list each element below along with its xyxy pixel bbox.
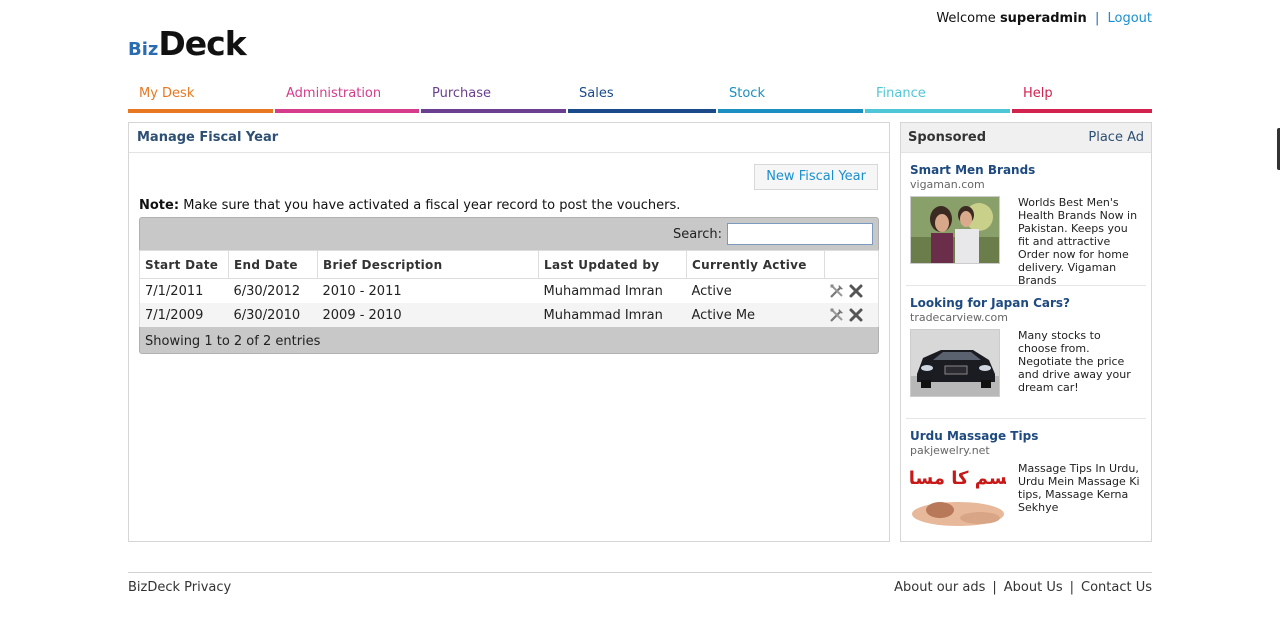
nav-tab-finance[interactable]: Finance <box>865 84 1010 113</box>
ad-item[interactable]: Smart Men Brands vigaman.com Worlds Best… <box>906 153 1146 287</box>
table-search-bar: Search: <box>139 217 879 250</box>
about-our-ads-link[interactable]: About our ads <box>894 580 985 595</box>
nav-tab-label: Help <box>1023 86 1053 101</box>
nav-tab-sales[interactable]: Sales <box>568 84 716 113</box>
ad-title[interactable]: Smart Men Brands <box>910 163 1142 177</box>
footer-separator: | <box>992 580 997 595</box>
col-end-date[interactable]: End Date <box>228 250 318 279</box>
fiscal-year-table-wrapper: Search: Start Date End Date Brief Descri… <box>139 217 879 354</box>
ad-text: Worlds Best Men's Health Brands Now in P… <box>1018 196 1138 287</box>
massage-urdu-text: جسم کا مساج <box>910 468 1006 489</box>
logo-biz: Biz <box>128 39 159 60</box>
welcome-text: Welcome <box>936 11 996 26</box>
ad-url: tradecarview.com <box>910 311 1008 324</box>
sponsored-panel: Sponsored Place Ad Smart Men Brands viga… <box>896 122 1152 542</box>
cell-updated-by: Muhammad Imran <box>538 303 687 327</box>
nav-tab-administration[interactable]: Administration <box>275 84 419 113</box>
contact-us-link[interactable]: Contact Us <box>1081 580 1152 595</box>
cell-end-date: 6/30/2012 <box>233 283 301 299</box>
activate-link[interactable]: Active Me <box>686 303 825 327</box>
user-bar: Welcome superadmin | Logout <box>936 11 1152 26</box>
edit-tools-icon[interactable] <box>829 283 845 299</box>
ad-url: pakjewelry.net <box>910 444 990 457</box>
delete-x-icon[interactable] <box>848 307 864 323</box>
about-us-link[interactable]: About Us <box>1004 580 1063 595</box>
col-actions <box>824 250 879 279</box>
nav-tab-label: Sales <box>579 86 614 101</box>
cell-updated-by: Muhammad Imran <box>543 283 663 299</box>
sponsored-title: Sponsored <box>908 130 987 145</box>
fiscal-year-table: Start Date End Date Brief Description La… <box>139 250 879 327</box>
col-last-updated-by[interactable]: Last Updated by <box>538 250 687 279</box>
ad-text: Many stocks to choose from. Negotiate th… <box>1018 329 1131 394</box>
nav-tab-label: Purchase <box>432 86 492 101</box>
cell-description: 2009 - 2010 <box>317 303 539 327</box>
logo[interactable]: BizDeck <box>128 24 247 63</box>
col-start-date[interactable]: Start Date <box>139 250 229 279</box>
delete-x-icon[interactable] <box>848 283 864 299</box>
table-header-row: Start Date End Date Brief Description La… <box>139 250 879 279</box>
ad-image-massage[interactable]: جسم کا مساج <box>896 462 1020 530</box>
footer-separator: | <box>1069 580 1074 595</box>
nav-tab-my-desk[interactable]: My Desk <box>128 84 273 113</box>
nav-tab-purchase[interactable]: Purchase <box>421 84 566 113</box>
status-active: Active <box>691 283 732 299</box>
panel-title: Manage Fiscal Year <box>129 123 889 153</box>
col-brief-description[interactable]: Brief Description <box>317 250 539 279</box>
ad-title[interactable]: Urdu Massage Tips <box>910 429 1142 443</box>
ad-image-car[interactable] <box>910 329 1000 397</box>
ad-title[interactable]: Looking for Japan Cars? <box>910 296 1142 310</box>
main-nav: My Desk Administration Purchase Sales St… <box>128 84 1152 113</box>
nav-tab-label: Stock <box>729 86 765 101</box>
cell-actions <box>825 279 879 304</box>
footer-links: About our ads | About Us | Contact Us <box>894 580 1152 595</box>
ad-item[interactable]: Urdu Massage Tips pakjewelry.net جسم کا … <box>896 419 1146 549</box>
footer-privacy-link[interactable]: BizDeck Privacy <box>128 580 231 595</box>
cell-start-date: 7/1/2009 <box>139 303 229 327</box>
nav-tab-help[interactable]: Help <box>1012 84 1152 113</box>
separator: | <box>1094 11 1100 26</box>
search-input[interactable] <box>727 223 873 245</box>
cell-end-date: 6/30/2010 <box>228 303 318 327</box>
ad-url: vigaman.com <box>910 178 985 191</box>
table-row: 7/1/2011 6/30/2012 2010 - 2011 Muhammad … <box>140 279 879 304</box>
username: superadmin <box>999 11 1087 26</box>
search-label: Search: <box>672 227 722 242</box>
ad-item[interactable]: Looking for Japan Cars? tradecarview.com… <box>906 286 1146 419</box>
place-ad-link[interactable]: Place Ad <box>1088 130 1144 145</box>
logout-link[interactable]: Logout <box>1107 11 1152 26</box>
col-currently-active[interactable]: Currently Active <box>686 250 825 279</box>
note-label: Note: <box>139 198 180 213</box>
ad-image-couple[interactable] <box>910 196 1000 264</box>
nav-tab-label: My Desk <box>139 86 195 101</box>
edit-tools-icon[interactable] <box>829 307 845 323</box>
fiscal-year-panel: Manage Fiscal Year New Fiscal Year Note:… <box>128 122 890 542</box>
nav-tab-stock[interactable]: Stock <box>718 84 863 113</box>
sponsored-header: Sponsored Place Ad <box>901 123 1151 153</box>
note-text: Make sure that you have activated a fisc… <box>183 198 681 213</box>
cell-start-date: 7/1/2011 <box>145 283 204 299</box>
nav-tab-label: Administration <box>286 86 382 101</box>
footer-divider <box>128 572 1152 573</box>
table-row: 7/1/2009 6/30/2010 2009 - 2010 Muhammad … <box>139 303 879 327</box>
cell-description: 2010 - 2011 <box>322 283 402 299</box>
new-fiscal-year-button[interactable]: New Fiscal Year <box>754 164 878 190</box>
cell-actions <box>824 303 879 327</box>
ad-text: Massage Tips In Urdu, Urdu Mein Massage … <box>1018 462 1140 514</box>
nav-tab-label: Finance <box>876 86 926 101</box>
table-info: Showing 1 to 2 of 2 entries <box>139 327 879 354</box>
logo-deck: Deck <box>158 24 246 63</box>
note: Note: Make sure that you have activated … <box>139 198 680 213</box>
